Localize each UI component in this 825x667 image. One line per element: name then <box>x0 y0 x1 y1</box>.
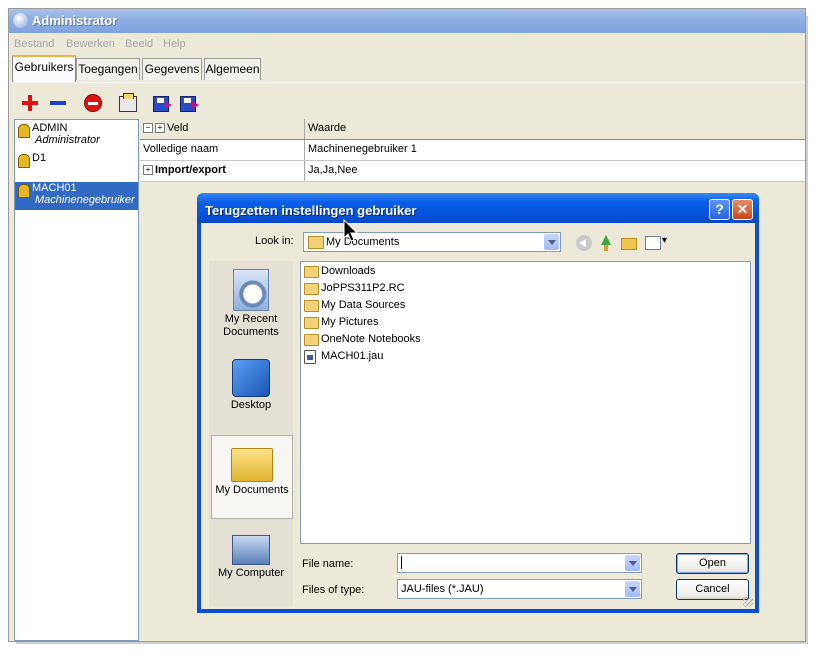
import-icon[interactable] <box>180 96 199 112</box>
file-type-label: Files of type: <box>302 584 365 596</box>
file-name: JoPPS311P2.RC <box>321 282 405 294</box>
row-field: Import/export <box>155 164 226 176</box>
file-name: My Data Sources <box>321 299 406 311</box>
user-item-admin[interactable]: ADMIN Administrator <box>15 122 138 150</box>
app-user-icon <box>13 13 28 28</box>
data-sources-icon <box>304 300 319 312</box>
my-documents-icon <box>231 448 273 482</box>
title-bar[interactable]: Administrator <box>9 9 805 33</box>
row-field: Volledige naam <box>143 143 219 155</box>
user-icon <box>18 184 30 198</box>
row-value: Ja,Ja,Nee <box>308 164 358 176</box>
block-user-icon[interactable] <box>84 94 102 112</box>
place-label: My Documents <box>215 484 289 496</box>
file-name-input[interactable] <box>397 553 642 573</box>
folder-icon <box>304 283 319 295</box>
export-icon[interactable] <box>153 96 172 112</box>
chevron-down-icon[interactable] <box>625 555 640 571</box>
view-menu-icon[interactable] <box>645 235 667 250</box>
dialog-title-bar[interactable]: Terugzetten instellingen gebruiker ? ✕ <box>197 193 759 223</box>
user-icon <box>18 154 30 168</box>
close-button[interactable]: ✕ <box>732 199 753 220</box>
place-my-computer[interactable]: My Computer <box>211 523 291 603</box>
menu-bar: Bestand Bewerken Beeld Help <box>9 34 805 54</box>
menu-bestand[interactable]: Bestand <box>14 38 54 50</box>
folder-icon <box>304 266 319 278</box>
toolbar <box>9 82 805 123</box>
restore-settings-dialog: Terugzetten instellingen gebruiker ? ✕ L… <box>197 193 759 613</box>
place-label: My Recent Documents <box>223 313 279 338</box>
grid-row[interactable]: + Import/export Ja,Ja,Nee <box>140 161 805 182</box>
user-list: ADMIN Administrator D1 MACH01 Machineneg… <box>14 119 139 641</box>
tab-strip: Gebruikers Toegangen Gegevens Algemeen <box>9 55 805 82</box>
look-in-dropdown[interactable]: My Documents <box>303 232 561 252</box>
back-icon[interactable] <box>576 235 592 251</box>
tab-gebruikers[interactable]: Gebruikers <box>12 55 76 82</box>
grid-header: − + Veld Waarde <box>140 119 805 140</box>
file-name: Downloads <box>321 265 376 277</box>
text-caret <box>401 556 402 569</box>
file-list: Downloads JoPPS311P2.RC My Data Sources … <box>300 261 751 544</box>
cancel-button[interactable]: Cancel <box>676 579 749 600</box>
place-label: My Computer <box>217 567 285 579</box>
tab-gegevens[interactable]: Gegevens <box>142 58 202 80</box>
file-name: My Pictures <box>321 316 379 328</box>
places-bar: My Recent Documents Desktop My Documents… <box>209 261 293 606</box>
up-folder-icon[interactable] <box>598 235 614 251</box>
place-recent-documents[interactable]: My Recent Documents <box>211 263 291 349</box>
file-name-label: File name: <box>302 558 354 570</box>
user-item-mach01[interactable]: MACH01 Machinenegebruiker <box>15 182 138 210</box>
chevron-down-icon[interactable] <box>625 581 640 597</box>
look-in-label: Look in: <box>255 235 294 247</box>
file-type-dropdown[interactable]: JAU-files (*.JAU) <box>397 579 642 599</box>
dialog-body: Look in: My Documents My Recent Document… <box>201 223 755 609</box>
folder-icon <box>304 334 319 346</box>
expand-all-icon[interactable]: + <box>155 123 165 134</box>
place-desktop[interactable]: Desktop <box>211 353 291 423</box>
recent-documents-icon <box>233 269 269 311</box>
window-title: Administrator <box>32 13 118 28</box>
help-button[interactable]: ? <box>709 199 730 220</box>
chevron-down-icon[interactable] <box>544 234 559 250</box>
dialog-title: Terugzetten instellingen gebruiker <box>205 203 417 218</box>
user-name: MACH01 <box>32 182 77 194</box>
file-name: MACH01.jau <box>321 350 384 362</box>
file-name: OneNote Notebooks <box>321 333 421 345</box>
user-icon <box>18 124 30 138</box>
collapse-all-icon[interactable]: − <box>143 123 153 134</box>
resize-grip[interactable] <box>743 597 753 607</box>
menu-beeld[interactable]: Beeld <box>125 38 153 50</box>
menu-bewerken[interactable]: Bewerken <box>66 38 115 50</box>
col-veld: Veld <box>167 122 189 134</box>
open-button[interactable]: Open <box>676 553 749 574</box>
tab-algemeen[interactable]: Algemeen <box>204 58 261 80</box>
place-label: Desktop <box>230 399 272 411</box>
place-my-documents[interactable]: My Documents <box>211 435 293 519</box>
user-role: Machinenegebruiker <box>35 194 135 206</box>
add-user-icon[interactable] <box>21 94 39 112</box>
menu-help[interactable]: Help <box>163 38 186 50</box>
user-name: ADMIN <box>32 122 68 134</box>
tab-toegangen[interactable]: Toegangen <box>76 58 140 80</box>
new-folder-icon[interactable] <box>621 238 637 250</box>
pictures-folder-icon <box>304 317 319 329</box>
user-role: Administrator <box>35 134 100 146</box>
look-in-value: My Documents <box>326 236 400 248</box>
grid-row[interactable]: Volledige naam Machinenegebruiker 1 <box>140 140 805 161</box>
document-icon <box>304 350 316 364</box>
folder-icon <box>308 236 324 249</box>
remove-user-icon[interactable] <box>49 94 67 112</box>
expand-icon[interactable]: + <box>143 165 153 176</box>
password-icon[interactable] <box>119 93 137 112</box>
desktop-icon <box>232 359 270 397</box>
user-name: D1 <box>32 152 47 164</box>
row-value: Machinenegebruiker 1 <box>308 143 417 155</box>
user-item-d1[interactable]: D1 <box>15 152 138 168</box>
col-waarde: Waarde <box>308 122 347 134</box>
file-type-value: JAU-files (*.JAU) <box>401 583 484 595</box>
my-computer-icon <box>232 535 270 565</box>
